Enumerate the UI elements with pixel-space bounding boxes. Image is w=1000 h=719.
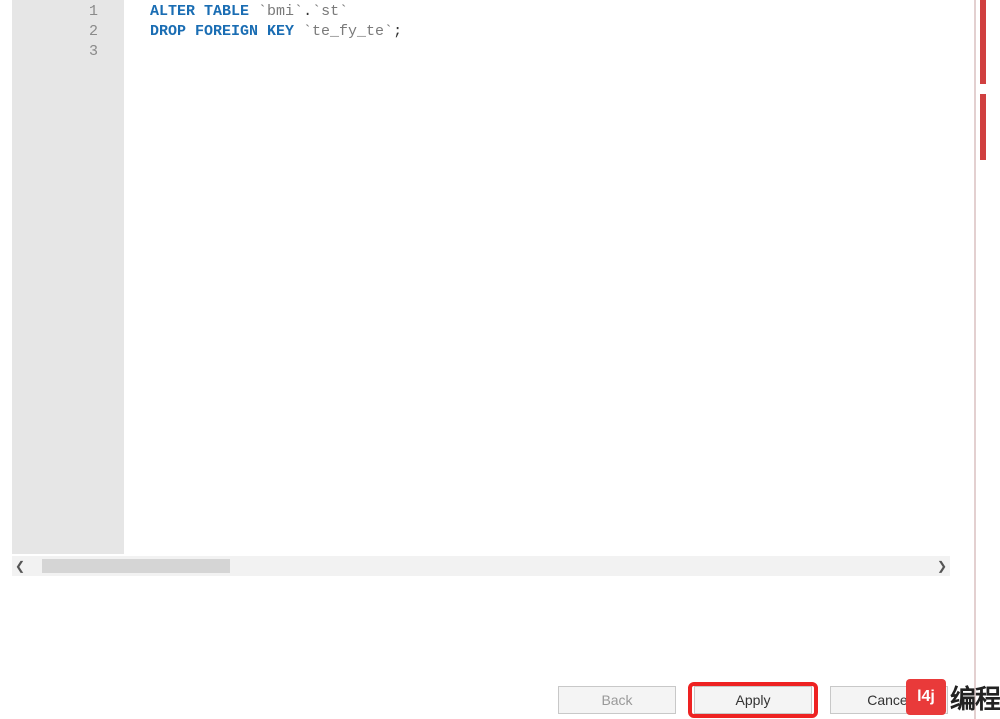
code-line[interactable]: ALTER TABLE `bmi`.`st`	[150, 2, 950, 22]
watermark-badge: l4j	[906, 679, 946, 715]
sql-token: .	[303, 3, 312, 20]
sql-keyword: ALTER TABLE	[150, 3, 249, 20]
code-line[interactable]: DROP FOREIGN KEY `te_fy_te`;	[150, 22, 950, 42]
scroll-marker-2	[980, 94, 986, 160]
sql-identifier: `bmi`	[258, 3, 303, 20]
horizontal-scrollbar[interactable]: ❮ ❯	[12, 556, 950, 576]
back-button[interactable]: Back	[558, 686, 676, 714]
sql-identifier: `st`	[312, 3, 348, 20]
code-area[interactable]: ALTER TABLE `bmi`.`st`DROP FOREIGN KEY `…	[124, 0, 950, 554]
scroll-thumb[interactable]	[42, 559, 230, 573]
line-number-gutter: 123	[12, 0, 124, 554]
scroll-left-arrow[interactable]: ❮	[12, 558, 28, 574]
sql-token	[294, 23, 303, 40]
sql-token	[249, 3, 258, 20]
sql-editor[interactable]: 123 ALTER TABLE `bmi`.`st`DROP FOREIGN K…	[12, 0, 950, 554]
watermark-text: 编程	[950, 679, 1000, 716]
scroll-right-arrow[interactable]: ❯	[934, 558, 950, 574]
code-line[interactable]	[150, 42, 950, 62]
sql-keyword: DROP FOREIGN KEY	[150, 23, 294, 40]
line-number: 2	[12, 22, 124, 42]
apply-button[interactable]: Apply	[694, 686, 812, 714]
line-number: 3	[12, 42, 124, 62]
right-border-line	[974, 0, 976, 719]
scroll-track[interactable]	[28, 559, 934, 573]
dialog-button-bar: Back Apply Cancel	[0, 677, 1000, 719]
sql-identifier: `te_fy_te`	[303, 23, 393, 40]
line-number: 1	[12, 2, 124, 22]
scroll-marker-1	[980, 0, 986, 84]
watermark: l4j 编程	[906, 675, 1000, 719]
sql-token: ;	[393, 23, 402, 40]
